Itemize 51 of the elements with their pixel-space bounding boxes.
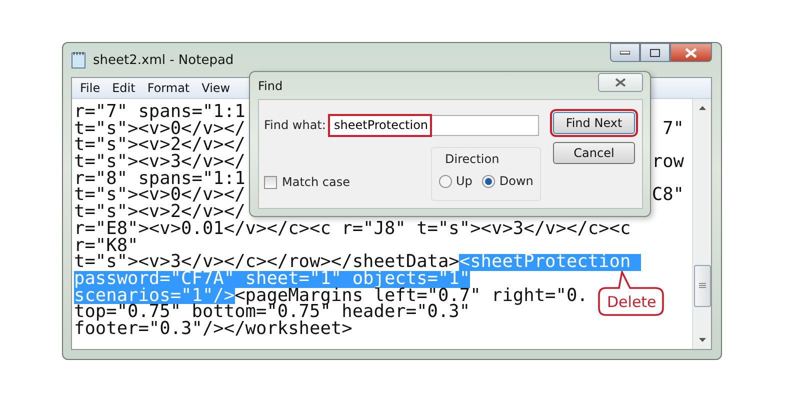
selected-text: password="CF7A" sheet="1" objects="1"	[74, 270, 470, 288]
code-text: C8"	[652, 187, 685, 204]
code-text: top="0.75" bottom="0.75" header="0.3"	[74, 304, 470, 321]
code-text: <pageMargins left="0.7" right="0.	[234, 288, 588, 304]
cancel-button[interactable]: Cancel	[553, 142, 635, 164]
code-text: r="7" spans="1:1	[74, 104, 246, 121]
menu-item[interactable]: Edit	[106, 81, 142, 95]
code-text: t="s"><v>0</v></	[74, 187, 246, 204]
selected-text: <sheetProtection	[459, 254, 642, 271]
close-icon	[685, 48, 697, 58]
code-text: t="s"><v>3</v></	[74, 154, 246, 171]
window-title: sheet2.xml - Notepad	[93, 52, 234, 68]
close-icon	[615, 78, 626, 87]
match-case-checkbox[interactable]	[264, 176, 277, 188]
find-next-button[interactable]: Find Next	[553, 112, 635, 134]
down-arrow-icon	[698, 338, 706, 342]
find-what-field[interactable]: sheetProtection	[328, 114, 539, 136]
code-text: r="E8"><v>0.01</v></c><c r="J8" t="s"><v>3</v></c><c	[74, 220, 631, 238]
code-text: t="s"><v>3</v></c></row></sheetData>	[74, 254, 460, 271]
minimize-icon	[620, 50, 630, 54]
menu-item[interactable]: View	[196, 81, 236, 95]
group-label: Direction	[444, 152, 500, 166]
callout-text: Delete	[607, 293, 656, 311]
radio-label: Down	[499, 174, 534, 188]
code-text: 7"	[662, 120, 685, 138]
code-text: footer="0.3"/></worksheet>	[74, 320, 352, 338]
close-button[interactable]	[670, 43, 712, 62]
radio-button[interactable]	[439, 174, 452, 188]
dialog-title: Find	[258, 78, 283, 92]
radio-button[interactable]	[482, 174, 496, 188]
notepad-icon	[71, 51, 87, 69]
find-what-label: Find what:	[264, 118, 327, 132]
code-text: r="8" spans="1:1	[74, 170, 246, 188]
code-text: t="s"><v>2</v></	[74, 204, 246, 221]
code-text: t="s"><v>0</v></	[74, 120, 246, 138]
maximize-button[interactable]	[640, 43, 670, 62]
code-text: t="s"><v>2</v></	[74, 137, 246, 154]
code-text: r="K8"	[74, 238, 138, 254]
maximize-icon	[650, 48, 660, 56]
close-button[interactable]	[598, 73, 643, 92]
callout-bubble	[597, 271, 665, 317]
menu-item[interactable]: File	[74, 81, 106, 95]
minimize-button[interactable]	[610, 43, 640, 62]
grip-icon	[698, 283, 706, 289]
up-arrow-icon	[698, 106, 706, 110]
selected-text: scenarios="1"/>	[74, 288, 235, 304]
scrollbar-thumb[interactable]	[694, 265, 710, 307]
code-text: row	[652, 154, 685, 171]
radio-label: Up	[456, 174, 472, 188]
checkbox-label: Match case	[282, 175, 350, 189]
menu-item[interactable]: Format	[141, 81, 196, 95]
